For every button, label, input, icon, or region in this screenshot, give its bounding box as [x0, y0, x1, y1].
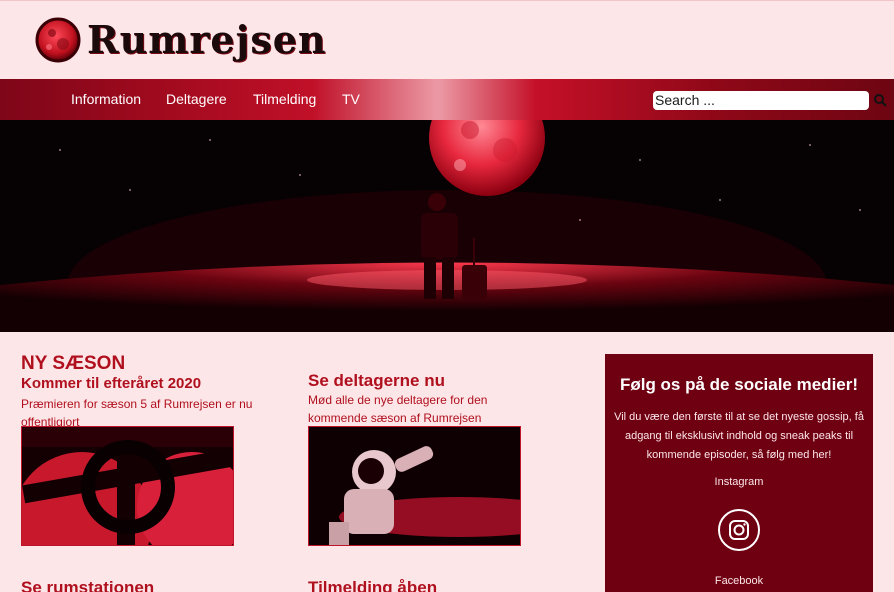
nav-item-deltagere[interactable]: Deltagere	[166, 79, 227, 120]
hero-astronaut-moon-image	[0, 120, 894, 332]
signup-open-title[interactable]: Tilmelding åben	[308, 578, 437, 592]
site-logo-text: Rumrejsen	[87, 17, 327, 62]
participants-card: Se deltagerne nu Mød alle de nye deltage…	[308, 372, 548, 427]
site-logo[interactable]: Rumrejsen	[35, 17, 327, 63]
nav-item-tilmelding[interactable]: Tilmelding	[253, 79, 316, 120]
participants-card-title[interactable]: Se deltagerne nu	[308, 372, 548, 390]
instagram-icon[interactable]	[718, 509, 760, 551]
search-icon[interactable]	[873, 93, 887, 107]
space-station-title[interactable]: Se rumstationen	[21, 578, 154, 592]
moon-logo-icon	[35, 17, 81, 63]
social-sidebar: Følg os på de sociale medier! Vil du vær…	[605, 354, 873, 592]
season-heading: NY SÆSON	[21, 353, 126, 374]
nav-item-information[interactable]: Information	[71, 79, 141, 120]
season-card-title[interactable]: Kommer til efteråret 2020	[21, 375, 261, 393]
instagram-label[interactable]: Instagram	[605, 476, 873, 488]
hero-banner	[0, 120, 894, 332]
season-card: NY SÆSON Kommer til efteråret 2020 Præmi…	[21, 354, 261, 431]
space-station-window-image[interactable]	[21, 426, 234, 546]
site-header: Rumrejsen	[0, 0, 894, 79]
social-title: Følg os på de sociale medier!	[619, 375, 859, 394]
social-text: Vil du være den første til at se det nye…	[614, 411, 864, 461]
participants-card-text: Mød alle de nye deltagere for den kommen…	[308, 393, 488, 425]
search-input[interactable]: Search ...	[653, 91, 869, 110]
astronaut-space-image[interactable]	[308, 426, 521, 546]
facebook-label[interactable]: Facebook	[605, 575, 873, 587]
nav-item-tv[interactable]: TV	[342, 79, 360, 120]
